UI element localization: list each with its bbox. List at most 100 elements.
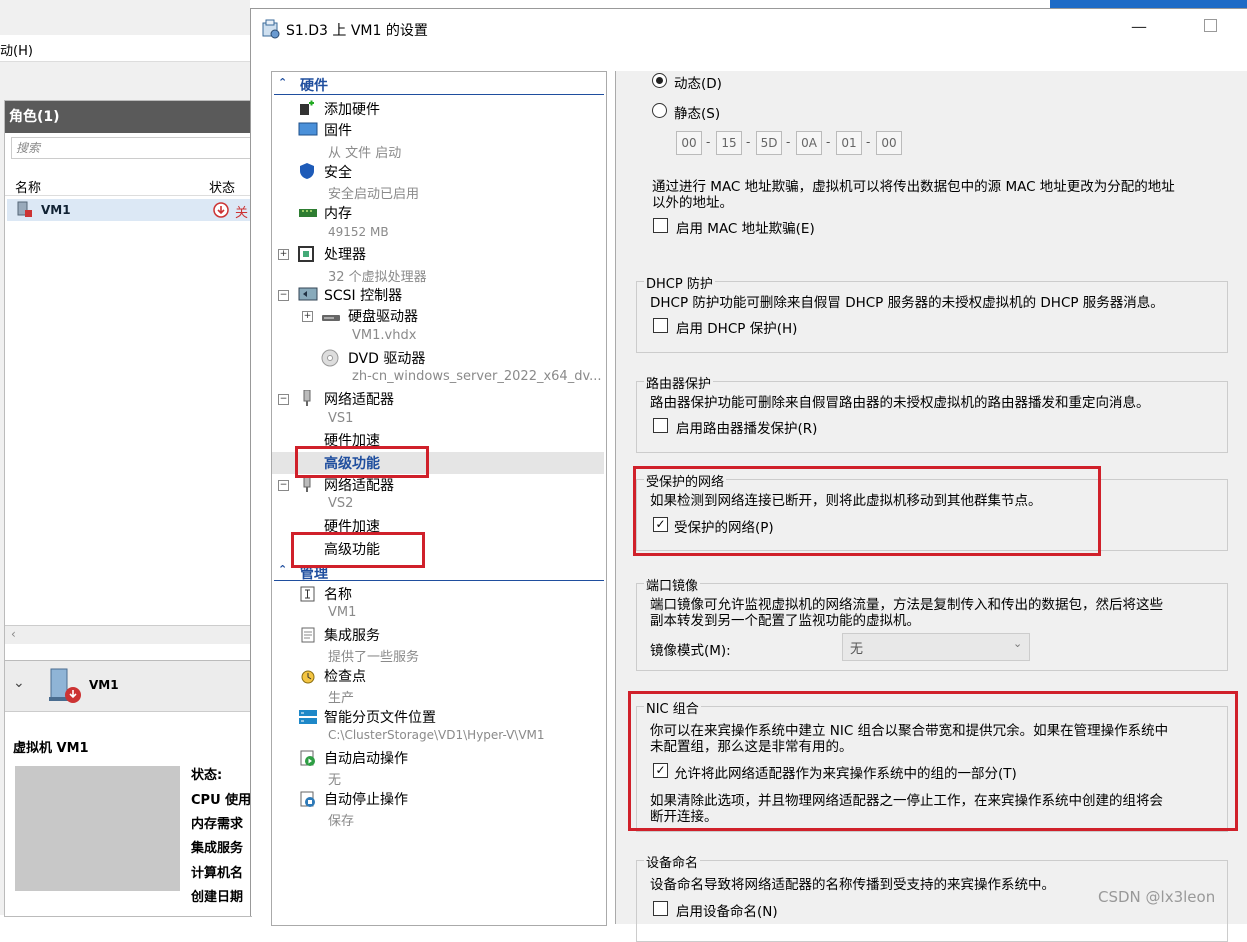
background-window-edge bbox=[1050, 0, 1247, 8]
mac-separator: - bbox=[786, 135, 791, 149]
dialog-title: S1.D3 上 VM1 的设置 bbox=[286, 23, 428, 39]
tree-sub-autostart: 无 bbox=[328, 773, 342, 788]
mac-spoof-label: 启用 MAC 地址欺骗(E) bbox=[676, 221, 815, 237]
column-name[interactable]: 名称 bbox=[15, 177, 41, 196]
auto-stop-icon bbox=[300, 791, 315, 807]
tree-sub-hdd: VM1.vhdx bbox=[352, 328, 417, 343]
integration-services-icon bbox=[301, 627, 315, 643]
detail-field: 状态: bbox=[191, 768, 223, 783]
device-naming-checkbox[interactable] bbox=[653, 901, 668, 916]
vm-row[interactable]: VM1 关 bbox=[7, 199, 251, 221]
manager-menubar: 动(H) bbox=[0, 35, 250, 62]
mac-octet-1[interactable]: 00 bbox=[676, 131, 702, 155]
router-guard-checkbox[interactable] bbox=[653, 418, 668, 433]
mac-spoof-text-2: 以外的地址。 bbox=[652, 195, 733, 211]
mac-separator: - bbox=[746, 135, 751, 149]
stopped-icon bbox=[213, 202, 229, 218]
highlight-box-protected-network bbox=[633, 466, 1101, 556]
settings-tree: ⌃ 硬件 添加硬件 固件 从 文件 启动 安全 安全启动已启用 内存 49152… bbox=[271, 71, 607, 926]
mac-octet-6[interactable]: 00 bbox=[876, 131, 902, 155]
dialog-titlebar: S1.D3 上 VM1 的设置 — bbox=[251, 9, 1247, 49]
port-mirroring-text-2: 副本转发到另一个配置了监视功能的虚拟机。 bbox=[650, 613, 920, 629]
tree-sub-autostop: 保存 bbox=[328, 814, 355, 829]
roles-search-input[interactable]: 搜索 bbox=[11, 137, 251, 159]
dvd-icon bbox=[321, 349, 339, 367]
tree-item-add-hardware[interactable]: 添加硬件 bbox=[324, 99, 380, 119]
tree-item-scsi[interactable]: SCSI 控制器 bbox=[324, 285, 402, 305]
maximize-button[interactable] bbox=[1204, 19, 1217, 32]
vm-status: 关 bbox=[235, 206, 249, 221]
column-status[interactable]: 状态 bbox=[209, 177, 235, 196]
roles-column-header: 名称 状态 bbox=[5, 173, 251, 196]
tree-item-name[interactable]: 名称 bbox=[324, 584, 352, 604]
collapse-management-icon[interactable]: ⌃ bbox=[278, 563, 287, 576]
mac-octet-4[interactable]: 0A bbox=[796, 131, 822, 155]
chevron-down-icon: ⌄ bbox=[1013, 637, 1023, 650]
tree-sub-nic2: VS2 bbox=[328, 496, 354, 511]
tree-item-checkpoint[interactable]: 检查点 bbox=[324, 666, 366, 686]
expand-hdd-icon[interactable]: + bbox=[302, 311, 313, 322]
scroll-left-icon[interactable]: ‹ bbox=[11, 627, 16, 641]
menu-item-action[interactable]: 动(H) bbox=[0, 40, 33, 59]
tree-item-autostop[interactable]: 自动停止操作 bbox=[324, 789, 408, 809]
vm-thumbnail[interactable] bbox=[15, 766, 180, 891]
section-divider bbox=[274, 580, 604, 581]
processor-icon bbox=[298, 246, 314, 262]
hardware-header: 硬件 bbox=[300, 78, 328, 94]
dhcp-guard-checkbox[interactable] bbox=[653, 318, 668, 333]
mac-octet-2[interactable]: 15 bbox=[716, 131, 742, 155]
firmware-icon bbox=[298, 122, 318, 136]
tree-item-memory[interactable]: 内存 bbox=[324, 203, 352, 223]
tree-item-dvd[interactable]: DVD 驱动器 bbox=[348, 348, 425, 368]
mirroring-mode-select[interactable]: 无 ⌄ bbox=[842, 633, 1030, 661]
device-naming-title: 设备命名 bbox=[644, 852, 701, 871]
tree-sub-security: 安全启动已启用 bbox=[328, 187, 420, 202]
mac-octet-3[interactable]: 5D bbox=[756, 131, 782, 155]
tree-sub-integration: 提供了一些服务 bbox=[328, 650, 420, 665]
tree-item-hdd[interactable]: 硬盘驱动器 bbox=[348, 306, 418, 326]
detail-field: 集成服务 bbox=[191, 841, 244, 856]
mac-dynamic-radio[interactable] bbox=[652, 73, 667, 88]
tree-item-paging[interactable]: 智能分页文件位置 bbox=[324, 707, 436, 727]
shield-icon bbox=[300, 163, 314, 179]
tree-item-security[interactable]: 安全 bbox=[324, 162, 352, 182]
hard-drive-icon bbox=[322, 315, 340, 321]
mac-octet-5[interactable]: 01 bbox=[836, 131, 862, 155]
dhcp-guard-text: DHCP 防护功能可删除来自假冒 DHCP 服务器的未授权虚拟机的 DHCP 服… bbox=[650, 295, 1164, 311]
mac-separator: - bbox=[706, 135, 711, 149]
detail-field: 计算机名 bbox=[191, 866, 244, 881]
horizontal-scrollbar[interactable]: ‹ bbox=[5, 625, 251, 644]
settings-dialog: S1.D3 上 VM1 的设置 — ⌃ 硬件 添加硬件 固件 从 文件 启动 安… bbox=[250, 8, 1247, 942]
device-naming-text: 设备命名导致将网络适配器的名称传播到受支持的来宾操作系统中。 bbox=[650, 877, 1055, 893]
detail-field: CPU 使用 bbox=[191, 793, 252, 808]
mirroring-mode-label: 镜像模式(M): bbox=[650, 643, 731, 659]
settings-details-panel: 动态(D) 静态(S) 00 - 15 - 5D - 0A - 01 - 00 … bbox=[615, 71, 1247, 942]
tree-item-integration[interactable]: 集成服务 bbox=[324, 625, 380, 645]
dhcp-guard-title: DHCP 防护 bbox=[644, 273, 715, 292]
scsi-controller-icon bbox=[298, 287, 318, 301]
tree-item-processor[interactable]: 处理器 bbox=[324, 244, 366, 264]
expand-processor-icon[interactable]: + bbox=[278, 249, 289, 260]
paging-file-icon bbox=[299, 710, 317, 724]
tree-item-nic2[interactable]: 网络适配器 bbox=[324, 475, 394, 495]
section-divider bbox=[274, 94, 604, 95]
tree-item-firmware[interactable]: 固件 bbox=[324, 120, 352, 140]
mac-static-radio[interactable] bbox=[652, 103, 667, 118]
collapse-nic2-icon[interactable]: − bbox=[278, 480, 289, 491]
mac-spoof-checkbox[interactable] bbox=[653, 218, 668, 233]
collapse-nic1-icon[interactable]: − bbox=[278, 394, 289, 405]
dhcp-guard-label: 启用 DHCP 保护(H) bbox=[676, 321, 798, 337]
tree-item-nic1[interactable]: 网络适配器 bbox=[324, 389, 394, 409]
collapse-chevron-icon[interactable]: ⌄ bbox=[13, 675, 25, 691]
vm-detail-header: ⌄ VM1 bbox=[5, 661, 251, 712]
add-hardware-icon bbox=[300, 100, 314, 115]
minimize-button[interactable]: — bbox=[1131, 17, 1147, 36]
collapse-scsi-icon[interactable]: − bbox=[278, 290, 289, 301]
collapse-hardware-icon[interactable]: ⌃ bbox=[278, 76, 287, 89]
tree-item-autostart[interactable]: 自动启动操作 bbox=[324, 748, 408, 768]
roles-panel: 角色(1) 搜索 名称 状态 VM1 关 ‹ bbox=[4, 100, 252, 662]
tree-sub-name: VM1 bbox=[328, 605, 357, 620]
mac-dynamic-label: 动态(D) bbox=[674, 76, 722, 92]
mirroring-mode-value: 无 bbox=[850, 642, 864, 657]
detail-field: 创建日期 bbox=[191, 890, 244, 905]
